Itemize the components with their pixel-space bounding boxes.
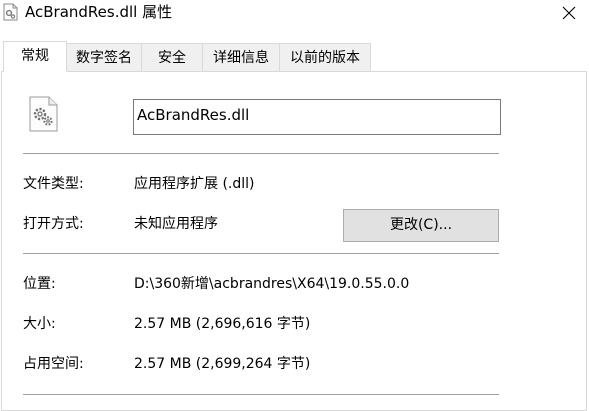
file-type-value: 应用程序扩展 (.dll) [134,176,255,192]
tab-details[interactable]: 详细信息 [202,43,280,71]
title-bar: AcBrandRes.dll 属性 [0,0,589,30]
tab-strip: 常规 数字签名 安全 详细信息 以前的版本 [0,41,589,73]
separator [23,394,499,395]
dll-file-icon [3,3,19,21]
separator [23,253,499,254]
size-value: 2.57 MB (2,696,616 字节) [134,316,311,332]
file-name-field[interactable]: AcBrandRes.dll [133,99,501,135]
separator [23,153,499,154]
tab-security[interactable]: 安全 [141,43,203,71]
close-button[interactable] [549,0,589,26]
opens-with-value: 未知应用程序 [134,216,218,232]
change-button[interactable]: 更改(C)... [343,209,499,242]
file-type-label: 文件类型: [23,176,84,192]
tab-general[interactable]: 常规 [3,41,67,72]
tab-digital-signatures[interactable]: 数字签名 [66,43,142,71]
tab-previous-versions[interactable]: 以前的版本 [279,43,371,71]
dll-settings-file-icon [28,96,60,132]
location-label: 位置: [23,276,56,292]
opens-with-label: 打开方式: [23,216,84,232]
window-title: AcBrandRes.dll 属性 [25,3,173,21]
close-icon [562,6,576,20]
size-label: 大小: [23,316,56,332]
size-on-disk-label: 占用空间: [23,356,84,372]
location-value: D:\360新增\acbrandres\X64\19.0.55.0.0 [134,276,410,292]
size-on-disk-value: 2.57 MB (2,699,264 字节) [134,356,311,372]
